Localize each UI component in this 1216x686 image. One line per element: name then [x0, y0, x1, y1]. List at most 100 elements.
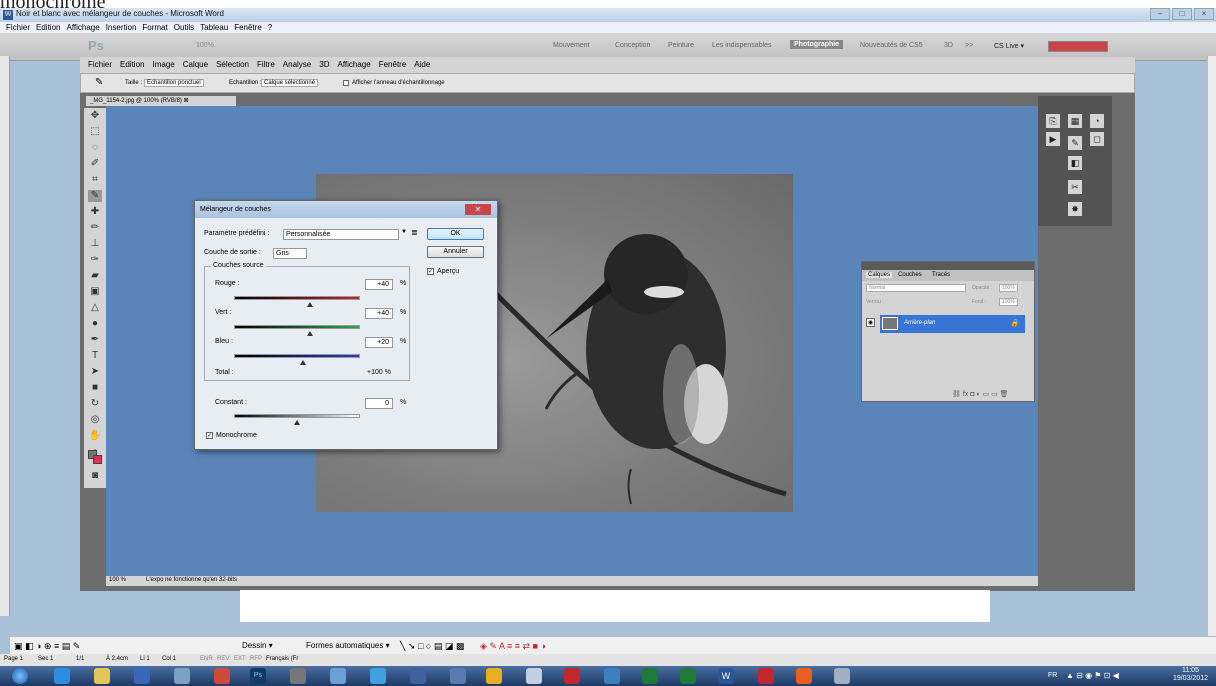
- cs-live-button[interactable]: CS Live ▾: [994, 42, 1024, 50]
- actions-panel-icon[interactable]: ▶: [1046, 132, 1060, 146]
- adjustments-panel-icon[interactable]: ✎: [1068, 136, 1082, 150]
- workspace-conception[interactable]: Conception: [615, 42, 650, 49]
- pen-tool-icon[interactable]: ✒: [88, 334, 102, 346]
- app-taskbar-icon-11[interactable]: [604, 668, 620, 684]
- preset-options-icon[interactable]: ≣: [411, 228, 418, 237]
- preset-select[interactable]: Personnalisée: [283, 229, 399, 240]
- blur-tool-icon[interactable]: △: [88, 302, 102, 314]
- tab-calques[interactable]: Calques: [866, 272, 893, 278]
- 3d-orbit-tool-icon[interactable]: ◎: [88, 414, 102, 426]
- status-rev[interactable]: REV: [217, 656, 229, 662]
- info-panel-icon[interactable]: ◻: [1090, 132, 1104, 146]
- clone-source-panel-icon[interactable]: ✸: [1068, 202, 1082, 216]
- constant-value-field[interactable]: 0: [365, 398, 393, 409]
- word-menu-format[interactable]: Format: [142, 22, 167, 33]
- status-language[interactable]: Français (Fr: [266, 656, 298, 662]
- close-tab-icon[interactable]: ⊠: [184, 98, 189, 104]
- healing-tool-icon[interactable]: ✚: [88, 206, 102, 218]
- format-color-icons[interactable]: ◈ ✎ A ≡ ≡ ⇄ ■ ◑: [480, 641, 546, 652]
- app-taskbar-icon-14[interactable]: [796, 668, 812, 684]
- green-slider-thumb[interactable]: [306, 331, 313, 336]
- 3d-rotate-tool-icon[interactable]: ↻: [88, 398, 102, 410]
- app-taskbar-icon-3[interactable]: [290, 668, 306, 684]
- app-taskbar-icon-4[interactable]: [330, 668, 346, 684]
- word-menu-insertion[interactable]: Insertion: [106, 22, 137, 33]
- layer-footer-icons[interactable]: ⛓ fx ◘ ◐ ▭ ▭ 🗑: [952, 390, 1009, 398]
- status-ext[interactable]: EXT: [234, 656, 246, 662]
- red-value-field[interactable]: +40: [365, 279, 393, 290]
- styles-panel-icon[interactable]: ◧: [1068, 156, 1082, 170]
- ps-menu-affichage[interactable]: Affichage: [337, 57, 370, 73]
- autoshapes-menu[interactable]: Formes automatiques ▾: [306, 641, 390, 650]
- dialog-close-button[interactable]: ✕: [465, 204, 491, 215]
- quick-mask-icon[interactable]: ◙: [88, 470, 102, 482]
- app-taskbar-icon-13[interactable]: [758, 668, 774, 684]
- type-tool-icon[interactable]: T: [88, 350, 102, 362]
- workspace-more[interactable]: >>: [965, 42, 973, 49]
- ps-menu-fenetre[interactable]: Fenêtre: [379, 57, 407, 73]
- dialog-title-bar[interactable]: Mélangeur de couches: [195, 201, 497, 218]
- gradient-tool-icon[interactable]: ▣: [88, 286, 102, 298]
- history-brush-tool-icon[interactable]: ✑: [88, 254, 102, 266]
- start-button[interactable]: [12, 668, 28, 684]
- app-taskbar-icon-10[interactable]: [564, 668, 580, 684]
- status-enr[interactable]: ENR: [200, 656, 213, 662]
- cancel-button[interactable]: Annuler: [427, 246, 484, 258]
- output-channel-select[interactable]: Gris: [273, 248, 307, 259]
- red-slider-track[interactable]: [234, 296, 360, 300]
- green-slider-track[interactable]: [234, 325, 360, 329]
- dodge-tool-icon[interactable]: ●: [88, 318, 102, 330]
- zoom-level-select[interactable]: 100%: [196, 42, 214, 49]
- ps-window-controls[interactable]: [1048, 41, 1108, 52]
- tab-traces[interactable]: Tracés: [932, 272, 950, 278]
- green-value-field[interactable]: +40: [365, 308, 393, 319]
- ps-menu-3d[interactable]: 3D: [319, 57, 329, 73]
- blend-mode-select[interactable]: Normal: [866, 284, 966, 292]
- ps-menu-analyse[interactable]: Analyse: [283, 57, 311, 73]
- red-slider-thumb[interactable]: [306, 302, 313, 307]
- word-menu-help[interactable]: ?: [268, 22, 272, 33]
- ps-menu-aide[interactable]: Aide: [414, 57, 430, 73]
- app-taskbar-icon-8[interactable]: [486, 668, 502, 684]
- sampling-ring-checkbox[interactable]: [343, 80, 349, 86]
- word-taskbar-icon[interactable]: W: [718, 668, 734, 684]
- app-taskbar-icon-2[interactable]: [214, 668, 230, 684]
- app-taskbar-icon-12[interactable]: [680, 668, 696, 684]
- sample-size-select[interactable]: Echantillon ponctuel: [144, 79, 204, 87]
- brush-tool-icon[interactable]: ✏: [88, 222, 102, 234]
- word-vertical-scrollbar[interactable]: [1207, 56, 1216, 636]
- ps-menu-fichier[interactable]: Fichier: [88, 57, 112, 73]
- stamp-tool-icon[interactable]: ⊥: [88, 238, 102, 250]
- opacity-field[interactable]: 100%: [999, 284, 1018, 292]
- ok-button[interactable]: OK: [427, 228, 484, 240]
- constant-slider-track[interactable]: [234, 414, 360, 418]
- app-taskbar-icon-15[interactable]: [834, 668, 850, 684]
- constant-slider-thumb[interactable]: [294, 420, 300, 425]
- explorer-taskbar-icon[interactable]: [94, 668, 110, 684]
- app-taskbar-icon-1[interactable]: [174, 668, 190, 684]
- close-button[interactable]: ×: [1194, 8, 1214, 20]
- preset-dropdown-icon[interactable]: ▼: [401, 229, 407, 235]
- toolbar-icons-left[interactable]: ▣ ◧ ◑ ⊕ ≡ ▤ ✎: [14, 641, 80, 652]
- word-menu-edition[interactable]: Edition: [36, 22, 60, 33]
- monochrome-checkbox[interactable]: ✓: [206, 432, 213, 439]
- path-select-tool-icon[interactable]: ➤: [88, 366, 102, 378]
- layer-visibility-eye-icon[interactable]: ◉: [866, 318, 875, 327]
- draw-menu[interactable]: Dessin ▾: [242, 641, 273, 650]
- media-taskbar-icon[interactable]: [134, 668, 150, 684]
- preview-checkbox[interactable]: ✓: [427, 268, 434, 275]
- status-zoom[interactable]: 100 %: [109, 577, 126, 583]
- app-taskbar-icon-9[interactable]: [526, 668, 542, 684]
- workspace-peinture[interactable]: Peinture: [668, 42, 694, 49]
- shape-tools-icons[interactable]: ╲ ➘ □ ○ ▤ ◪ ▩: [400, 641, 464, 652]
- hand-tool-icon[interactable]: ✋: [88, 430, 102, 442]
- workspace-mouvement[interactable]: Mouvement: [553, 42, 590, 49]
- workspace-photographie[interactable]: Photographie: [790, 40, 844, 49]
- ps-menu-edition[interactable]: Edition: [120, 57, 144, 73]
- status-rfp[interactable]: RFP: [250, 656, 262, 662]
- history-panel-icon[interactable]: ⎘: [1046, 114, 1060, 128]
- word-menu-affichage[interactable]: Affichage: [66, 22, 99, 33]
- shape-tool-icon[interactable]: ■: [88, 382, 102, 394]
- language-indicator[interactable]: FR: [1048, 672, 1057, 679]
- clock[interactable]: 11:05 19/03/2012: [1173, 667, 1208, 683]
